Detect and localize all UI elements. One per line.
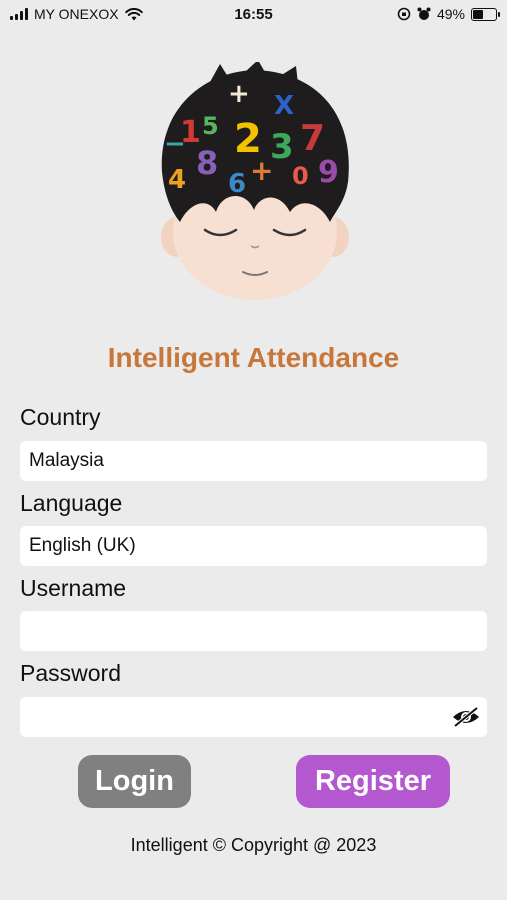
svg-text:5: 5: [202, 112, 219, 140]
battery-percentage: 49%: [436, 6, 465, 22]
copyright-text: Intelligent © Copyright @ 2023: [130, 835, 377, 855]
password-label: Password: [20, 660, 121, 686]
language-label: Language: [20, 490, 123, 516]
svg-text:9: 9: [318, 155, 339, 190]
svg-text:7: 7: [300, 118, 325, 159]
app-title: Intelligent Attendance: [107, 342, 400, 373]
alarm-icon: [417, 7, 431, 20]
svg-text:4: 4: [168, 165, 186, 195]
password-input[interactable]: [20, 697, 487, 737]
country-label: Country: [20, 404, 101, 430]
login-button[interactable]: Login: [78, 755, 191, 808]
language-value: English (UK): [29, 535, 136, 556]
battery-icon: [471, 7, 500, 21]
country-field[interactable]: Malaysia: [20, 441, 487, 481]
status-bar: MY ONEXOX 16:55 49%: [0, 0, 507, 28]
svg-text:X: X: [274, 91, 294, 121]
country-value: Malaysia: [29, 450, 104, 471]
eye-hidden-icon[interactable]: [451, 705, 481, 729]
svg-text:8: 8: [196, 144, 218, 182]
svg-text:3: 3: [270, 127, 294, 167]
orientation-lock-icon: [397, 7, 411, 21]
username-label: Username: [20, 575, 127, 601]
register-button[interactable]: Register: [296, 755, 450, 808]
status-right: 49%: [397, 6, 500, 22]
svg-text:+: +: [250, 154, 273, 187]
child-head-numbers-logo-icon: + X 1 5 2 3 7 − 8 4 6 + 0 9: [161, 60, 349, 300]
username-input[interactable]: [20, 611, 487, 651]
svg-text:−: −: [164, 129, 186, 159]
app-logo: + X 1 5 2 3 7 − 8 4 6 + 0 9: [150, 60, 360, 302]
language-field[interactable]: English (UK): [20, 526, 487, 566]
svg-text:+: +: [228, 79, 250, 109]
battery-fill: [473, 9, 483, 19]
svg-text:6: 6: [228, 169, 246, 199]
svg-text:0: 0: [292, 162, 309, 190]
